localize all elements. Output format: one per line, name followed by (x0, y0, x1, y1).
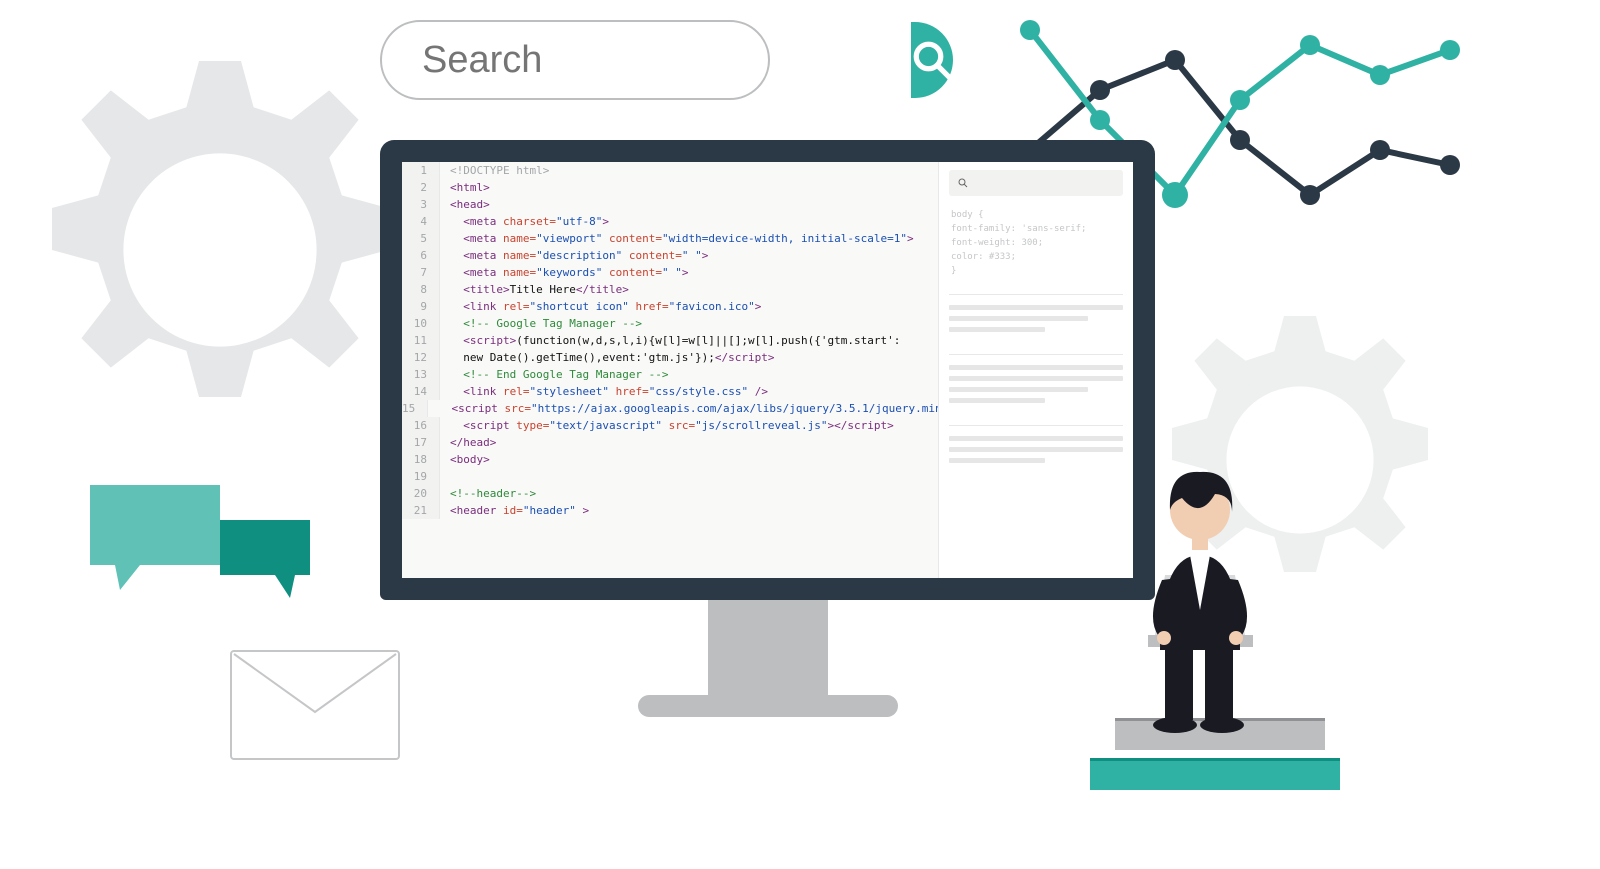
line-number: 7 (402, 264, 440, 281)
code-line: 21<header id="header" > (402, 502, 938, 519)
line-number: 12 (402, 349, 440, 366)
line-number: 10 (402, 315, 440, 332)
monitor: 1<!DOCTYPE html>2<html>3<head>4 <meta ch… (380, 140, 1155, 717)
placeholder-line (949, 376, 1123, 381)
line-number: 9 (402, 298, 440, 315)
code-text: <link rel="shortcut icon" href="favicon.… (440, 298, 761, 315)
code-editor[interactable]: 1<!DOCTYPE html>2<html>3<head>4 <meta ch… (402, 162, 938, 578)
code-text: <header id="header" > (440, 502, 589, 519)
code-line: 8 <title>Title Here</title> (402, 281, 938, 298)
code-line: 2<html> (402, 179, 938, 196)
search-input[interactable] (382, 39, 911, 82)
line-number: 17 (402, 434, 440, 451)
css-line: body { (951, 208, 1121, 222)
line-number: 14 (402, 383, 440, 400)
line-number: 1 (402, 162, 440, 179)
line-number: 4 (402, 213, 440, 230)
code-text: <meta name="keywords" content=" "> (440, 264, 688, 281)
placeholder-line (949, 305, 1123, 310)
code-line: 11 <script>(function(w,d,s,l,i){w[l]=w[l… (402, 332, 938, 349)
placeholder-line (949, 365, 1123, 370)
code-line: 6 <meta name="description" content=" "> (402, 247, 938, 264)
code-line: 16 <script type="text/javascript" src="j… (402, 417, 938, 434)
code-line: 17</head> (402, 434, 938, 451)
code-text: <script type="text/javascript" src="js/s… (440, 417, 894, 434)
line-number: 20 (402, 485, 440, 502)
css-line: font-family: 'sans-serif; (951, 222, 1121, 236)
code-text: <meta name="viewport" content="width=dev… (440, 230, 914, 247)
line-number: 6 (402, 247, 440, 264)
code-line: 13 <!-- End Google Tag Manager --> (402, 366, 938, 383)
monitor-frame: 1<!DOCTYPE html>2<html>3<head>4 <meta ch… (380, 140, 1155, 600)
code-text: <!DOCTYPE html> (440, 162, 549, 179)
code-line: 19 (402, 468, 938, 485)
code-line: 1<!DOCTYPE html> (402, 162, 938, 179)
code-text: <script src="https://ajax.googleapis.com… (428, 400, 938, 417)
search-bar[interactable] (380, 20, 770, 100)
envelope-icon (230, 650, 400, 760)
code-text: <meta charset="utf-8"> (440, 213, 609, 230)
css-line: } (951, 264, 1121, 278)
line-number: 2 (402, 179, 440, 196)
code-text: <html> (440, 179, 490, 196)
placeholder-line (949, 316, 1088, 321)
code-text: <!-- End Google Tag Manager --> (440, 366, 669, 383)
code-text: new Date().getTime(),event:'gtm.js'});</… (440, 349, 775, 366)
placeholder-block (949, 294, 1123, 348)
monitor-stand (708, 600, 828, 695)
monitor-screen: 1<!DOCTYPE html>2<html>3<head>4 <meta ch… (402, 162, 1133, 578)
line-number: 16 (402, 417, 440, 434)
css-line: color: #333; (951, 250, 1121, 264)
code-text: <title>Title Here</title> (440, 281, 629, 298)
side-search[interactable] (949, 170, 1123, 196)
code-text: <meta name="description" content=" "> (440, 247, 708, 264)
code-text: <head> (440, 196, 490, 213)
code-line: 15 <script src="https://ajax.googleapis.… (402, 400, 938, 417)
gear-icon-large (10, 40, 430, 460)
code-line: 7 <meta name="keywords" content=" "> (402, 264, 938, 281)
search-button[interactable] (911, 22, 953, 98)
line-number: 15 (402, 400, 428, 417)
line-number: 3 (402, 196, 440, 213)
line-number: 19 (402, 468, 440, 485)
code-text: <link rel="stylesheet" href="css/style.c… (440, 383, 768, 400)
code-text: <!-- Google Tag Manager --> (440, 315, 642, 332)
placeholder-block (949, 354, 1123, 419)
code-text: <body> (440, 451, 490, 468)
code-line: 12 new Date().getTime(),event:'gtm.js'})… (402, 349, 938, 366)
line-number: 13 (402, 366, 440, 383)
css-snippet: body { font-family: 'sans-serif; font-we… (949, 202, 1123, 288)
code-text: <script>(function(w,d,s,l,i){w[l]=w[l]||… (440, 332, 900, 349)
placeholder-line (949, 447, 1123, 452)
line-number: 5 (402, 230, 440, 247)
code-line: 20<!--header--> (402, 485, 938, 502)
placeholder-line (949, 398, 1045, 403)
code-line: 4 <meta charset="utf-8"> (402, 213, 938, 230)
line-number: 21 (402, 502, 440, 519)
line-number: 11 (402, 332, 440, 349)
person-illustration (1060, 460, 1370, 805)
search-icon (911, 39, 953, 81)
speech-bubble-icon (220, 520, 320, 605)
placeholder-line (949, 458, 1045, 463)
code-text: </head> (440, 434, 496, 451)
speech-bubble-icon (90, 485, 230, 600)
search-icon (957, 177, 969, 189)
monitor-base (638, 695, 898, 717)
line-number: 8 (402, 281, 440, 298)
code-line: 10 <!-- Google Tag Manager --> (402, 315, 938, 332)
code-text (440, 468, 450, 485)
code-line: 3<head> (402, 196, 938, 213)
code-line: 14 <link rel="stylesheet" href="css/styl… (402, 383, 938, 400)
css-line: font-weight: 300; (951, 236, 1121, 250)
placeholder-line (949, 327, 1045, 332)
line-number: 18 (402, 451, 440, 468)
code-line: 9 <link rel="shortcut icon" href="favico… (402, 298, 938, 315)
code-text: <!--header--> (440, 485, 536, 502)
placeholder-line (949, 387, 1088, 392)
code-line: 5 <meta name="viewport" content="width=d… (402, 230, 938, 247)
code-line: 18<body> (402, 451, 938, 468)
placeholder-line (949, 436, 1123, 441)
